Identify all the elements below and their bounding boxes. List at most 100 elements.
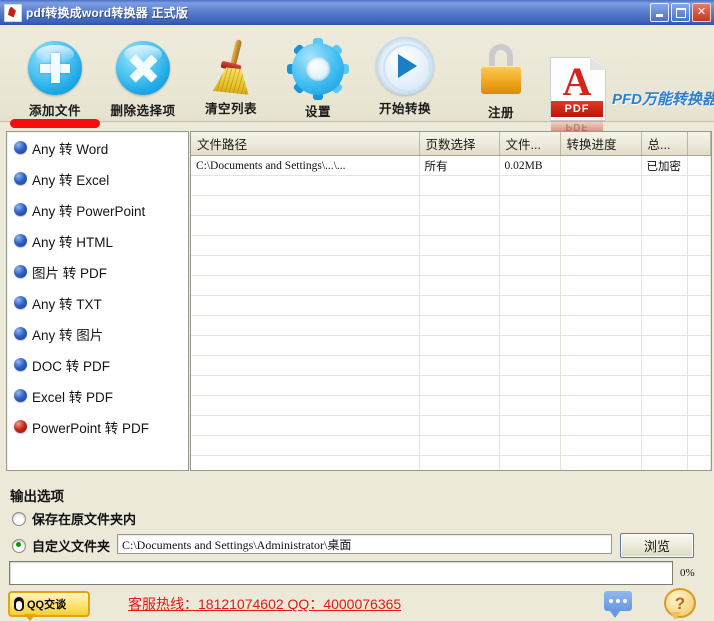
conversion-mode-item[interactable]: Any 转 TXT <box>7 287 188 318</box>
register-button[interactable]: 注册 <box>455 39 547 121</box>
file-table-empty-row[interactable] <box>191 195 711 216</box>
custom-folder-option[interactable]: 自定义文件夹 <box>12 536 110 555</box>
file-table-empty-cell <box>687 335 711 356</box>
file-table-empty-cell <box>560 455 642 470</box>
conversion-mode-item[interactable]: DOC 转 PDF <box>7 349 188 380</box>
settings-button[interactable]: 设置 <box>272 38 364 120</box>
clear-list-button[interactable]: 清空列表 <box>185 35 277 117</box>
file-table-column-header[interactable]: 总... <box>641 132 688 156</box>
conversion-mode-item[interactable]: Excel 转 PDF <box>7 380 188 411</box>
file-table-column-header[interactable]: 文件路径 <box>191 132 420 156</box>
output-path-input[interactable]: C:\Documents and Settings\Administrator\… <box>117 534 612 554</box>
close-button[interactable]: ✕ <box>692 3 711 22</box>
conversion-mode-list[interactable]: Any 转 Word Any 转 Excel Any 转 PowerPoint Any… <box>6 131 189 471</box>
file-table-empty-cell <box>641 255 688 276</box>
file-table-empty-cell <box>191 335 420 356</box>
save-in-source-radio[interactable] <box>12 511 26 526</box>
file-list-panel[interactable]: 文件路径 页数选择 文件... 转换进度 总... C:\Documents and S… <box>190 131 712 471</box>
add-file-button[interactable]: 添加文件 <box>9 37 101 119</box>
file-table-empty-cell <box>499 415 561 436</box>
file-table-empty-row[interactable] <box>191 355 711 376</box>
file-table-empty-cell <box>191 355 420 376</box>
file-table-empty-cell <box>191 415 420 436</box>
pdf-logo-label: PDF <box>551 101 603 117</box>
maximize-button[interactable] <box>671 3 690 22</box>
file-table-column-header[interactable]: 文件... <box>499 132 561 156</box>
file-table-empty-cell <box>499 295 561 316</box>
file-table-empty-cell <box>191 195 420 216</box>
file-table-empty-cell <box>499 255 561 276</box>
file-table-empty-row[interactable] <box>191 255 711 276</box>
file-table-empty-cell <box>499 175 561 196</box>
file-table-empty-row[interactable] <box>191 435 711 456</box>
file-table-cell-path: C:\Documents and Settings\...\... <box>191 155 420 176</box>
file-table-empty-cell <box>191 295 420 316</box>
file-table-column-header[interactable]: 转换进度 <box>560 132 642 156</box>
file-table-empty-cell <box>419 235 500 256</box>
file-table-empty-cell <box>419 355 500 376</box>
maximize-icon <box>675 7 686 18</box>
file-table-empty-cell <box>191 315 420 336</box>
file-table-empty-cell <box>560 395 642 416</box>
file-table-empty-row[interactable] <box>191 235 711 256</box>
file-table-empty-row[interactable] <box>191 415 711 436</box>
file-table-empty-cell <box>687 295 711 316</box>
file-table-empty-cell <box>191 175 420 196</box>
conversion-mode-item[interactable]: Any 转 Excel <box>7 163 188 194</box>
file-table-column-header[interactable]: 页数选择 <box>419 132 500 156</box>
file-table-empty-cell <box>499 435 561 456</box>
file-table-empty-cell <box>560 435 642 456</box>
file-table-row[interactable]: C:\Documents and Settings\...\... 所有 0.02M… <box>191 155 711 176</box>
start-convert-button[interactable]: 开始转换 <box>359 35 451 117</box>
file-table-empty-cell <box>191 395 420 416</box>
file-table-empty-row[interactable] <box>191 295 711 316</box>
file-table: 文件路径 页数选择 文件... 转换进度 总... C:\Documents and S… <box>191 132 711 470</box>
conversion-mode-item[interactable]: Any 转 Word <box>7 132 188 163</box>
conversion-mode-item[interactable]: Any 转 HTML <box>7 225 188 256</box>
file-table-cell-spacer <box>687 155 711 176</box>
file-table-empty-cell <box>687 255 711 276</box>
bullet-icon <box>14 420 27 433</box>
file-table-empty-cell <box>419 415 500 436</box>
conversion-mode-item[interactable]: 图片 转 PDF <box>7 256 188 287</box>
output-options-heading: 输出选项 <box>10 489 64 504</box>
file-table-empty-row[interactable] <box>191 315 711 336</box>
file-table-empty-cell <box>419 275 500 296</box>
conversion-mode-item[interactable]: Any 转 图片 <box>7 318 188 349</box>
support-hotline-text[interactable]: 客服热线：18121074602 QQ：4000076365 <box>128 594 401 614</box>
remove-selected-label: 删除选择项 <box>110 104 176 118</box>
file-table-empty-cell <box>641 295 688 316</box>
file-table-empty-cell <box>499 335 561 356</box>
file-table-empty-row[interactable] <box>191 335 711 356</box>
conversion-mode-item[interactable]: Any 转 PowerPoint <box>7 194 188 225</box>
file-table-empty-row[interactable] <box>191 275 711 296</box>
custom-folder-radio[interactable] <box>12 538 26 553</box>
clear-list-label: 清空列表 <box>204 102 257 116</box>
file-table-empty-cell <box>560 195 642 216</box>
custom-folder-label: 自定义文件夹 <box>32 539 111 554</box>
conversion-mode-item[interactable]: PowerPoint 转 PDF <box>7 411 188 442</box>
save-in-source-option[interactable]: 保存在原文件夹内 <box>12 509 136 528</box>
help-question-icon[interactable]: ? <box>664 588 696 620</box>
file-table-empty-row[interactable] <box>191 395 711 416</box>
file-table-empty-cell <box>419 215 500 236</box>
file-table-empty-row[interactable] <box>191 215 711 236</box>
file-table-empty-row[interactable] <box>191 175 711 196</box>
file-table-empty-cell <box>499 395 561 416</box>
browse-button[interactable]: 浏览 <box>620 533 694 558</box>
conversion-mode-label: 图片 转 PDF <box>32 265 108 281</box>
file-table-empty-cell <box>499 355 561 376</box>
window-controls: ✕ <box>650 3 711 22</box>
file-table-empty-row[interactable] <box>191 455 711 470</box>
file-table-empty-row[interactable] <box>191 375 711 396</box>
file-table-empty-cell <box>419 395 500 416</box>
file-table-empty-cell <box>499 455 561 470</box>
bullet-icon <box>14 296 27 309</box>
file-table-empty-cell <box>419 375 500 396</box>
remove-selected-button[interactable]: 删除选择项 <box>97 37 189 119</box>
settings-label: 设置 <box>304 105 331 119</box>
chat-bubble-icon[interactable] <box>604 591 632 618</box>
bullet-icon <box>14 172 27 185</box>
qq-chat-badge[interactable]: QQ交谈 <box>8 591 90 621</box>
minimize-button[interactable] <box>650 3 669 22</box>
